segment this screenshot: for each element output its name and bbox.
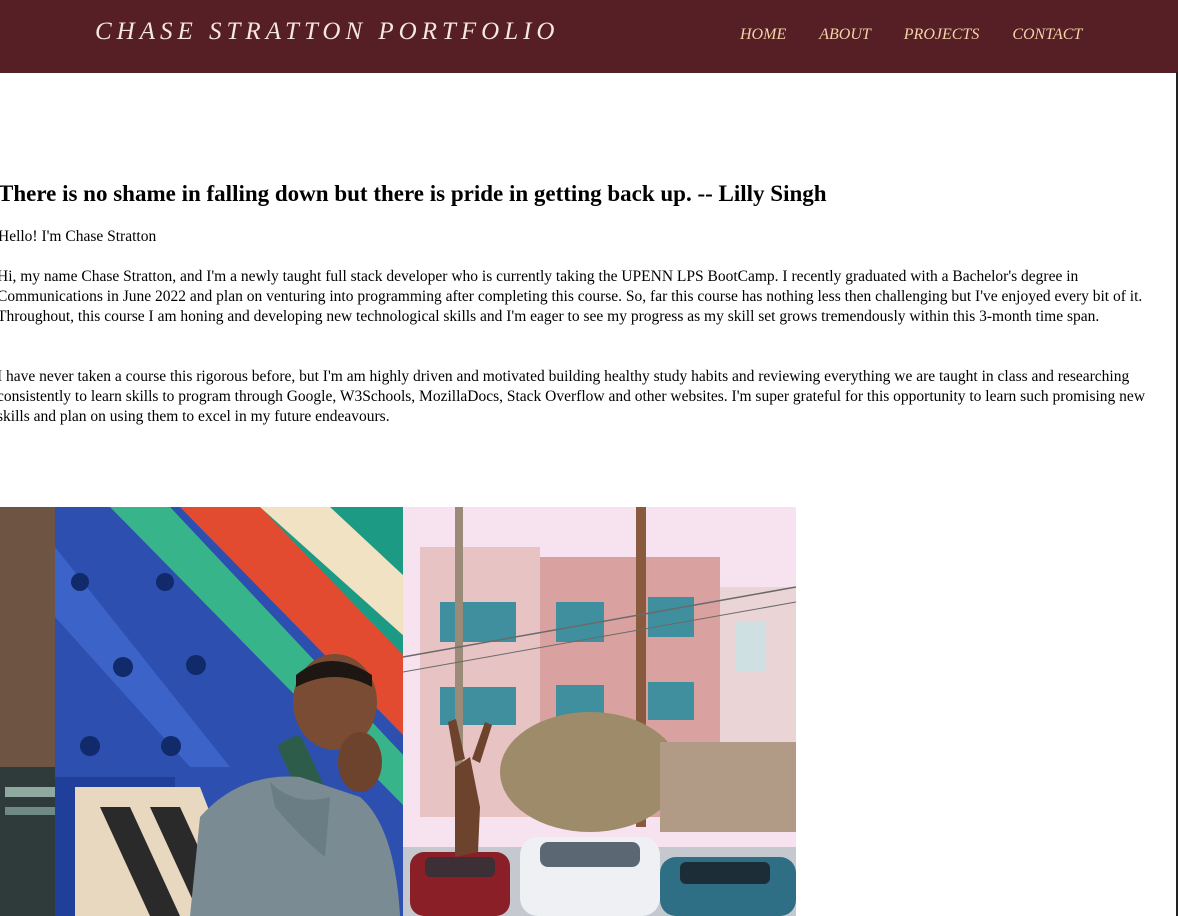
main-nav: HOME ABOUT PROJECTS CONTACT xyxy=(740,26,1115,44)
quote-heading: There is no shame in falling down but th… xyxy=(0,181,827,206)
site-title: CHASE STRATTON PORTFOLIO xyxy=(95,18,560,45)
greeting-text: Hello! I'm Chase Stratton xyxy=(0,228,157,245)
nav-home-link[interactable]: HOME xyxy=(740,26,786,44)
about-paragraph: I have never taken a course this rigorou… xyxy=(0,368,1146,425)
nav-projects-link[interactable]: PROJECTS xyxy=(904,26,980,44)
nav-about-link[interactable]: ABOUT xyxy=(819,26,871,44)
about-paragraph: Hi, my name Chase Stratton, and I'm a ne… xyxy=(0,268,1143,325)
site-header: CHASE STRATTON PORTFOLIO HOME ABOUT PROJ… xyxy=(0,0,1178,73)
nav-contact-link[interactable]: CONTACT xyxy=(1012,26,1082,44)
profile-photo xyxy=(0,507,796,916)
